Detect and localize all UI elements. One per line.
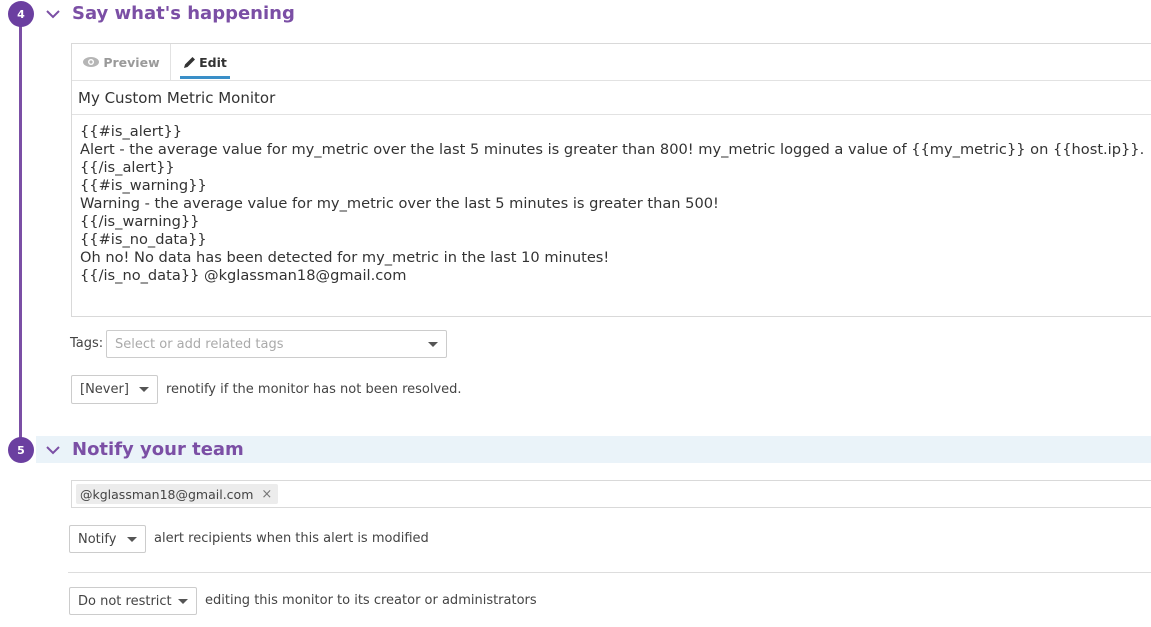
message-line: {{#is_warning}} <box>80 177 207 194</box>
message-line: Warning - the average value for my_metri… <box>80 195 719 212</box>
message-line: {{/is_alert}} <box>80 159 175 176</box>
step-5-badge: 5 <box>8 437 34 463</box>
tab-preview[interactable]: Preview <box>72 44 171 80</box>
section-title-notify-your-team: Notify your team <box>72 439 244 460</box>
message-line: {{#is_alert}} <box>80 123 183 140</box>
message-body-textarea[interactable]: {{#is_alert}} Alert - the average value … <box>80 123 1144 285</box>
chevron-down-icon[interactable] <box>45 442 61 458</box>
message-title-text: My Custom Metric Monitor <box>78 89 276 107</box>
eye-icon <box>83 57 100 67</box>
message-editor[interactable]: Preview Edit My Custom Metric Monitor {{… <box>71 43 1151 317</box>
close-icon[interactable]: × <box>261 487 272 502</box>
timeline-line <box>19 20 22 450</box>
restrict-description: editing this monitor to its creator or a… <box>205 593 537 608</box>
notify-value: Notify <box>78 531 117 547</box>
renotify-value: [Never] <box>80 382 129 397</box>
step-4-badge: 4 <box>8 1 34 27</box>
dropdown-caret-icon <box>428 341 438 347</box>
notify-description: alert recipients when this alert is modi… <box>154 531 429 546</box>
restrict-value: Do not restrict <box>78 593 172 609</box>
message-line: {{/is_warning}} <box>80 213 200 230</box>
tab-preview-label: Preview <box>103 54 160 70</box>
tags-label: Tags: <box>70 336 104 351</box>
active-tab-indicator <box>180 76 230 79</box>
message-line: Oh no! No data has been detected for my_… <box>80 249 610 266</box>
message-line: {{#is_no_data}} <box>80 231 207 248</box>
dropdown-caret-icon <box>139 387 149 392</box>
recipients-input[interactable]: @kglassman18@gmail.com × <box>71 480 1151 508</box>
renotify-select[interactable]: [Never] <box>71 375 158 404</box>
tab-edit[interactable]: Edit <box>180 44 230 80</box>
recipient-chip-label: @kglassman18@gmail.com <box>80 486 254 502</box>
pencil-icon <box>184 56 196 68</box>
section-title-say-whats-happening: Say what's happening <box>72 3 295 24</box>
recipient-chip: @kglassman18@gmail.com × <box>76 484 279 504</box>
tab-edit-label: Edit <box>199 54 227 70</box>
restrict-select[interactable]: Do not restrict <box>69 587 197 615</box>
message-line: Alert - the average value for my_metric … <box>80 141 1145 158</box>
message-line: {{/is_no_data}} @kglassman18@gmail.com <box>80 267 407 284</box>
renotify-description: renotify if the monitor has not been res… <box>166 382 462 397</box>
message-title-field[interactable]: My Custom Metric Monitor <box>72 80 1151 115</box>
divider <box>68 572 1151 573</box>
dropdown-caret-icon <box>127 536 137 542</box>
notify-select[interactable]: Notify <box>69 525 146 553</box>
dropdown-caret-icon <box>178 598 188 604</box>
tags-select[interactable]: Select or add related tags <box>106 330 447 358</box>
chevron-down-icon[interactable] <box>45 6 61 22</box>
editor-tabs: Preview Edit <box>72 44 1151 81</box>
tags-placeholder: Select or add related tags <box>115 336 284 352</box>
